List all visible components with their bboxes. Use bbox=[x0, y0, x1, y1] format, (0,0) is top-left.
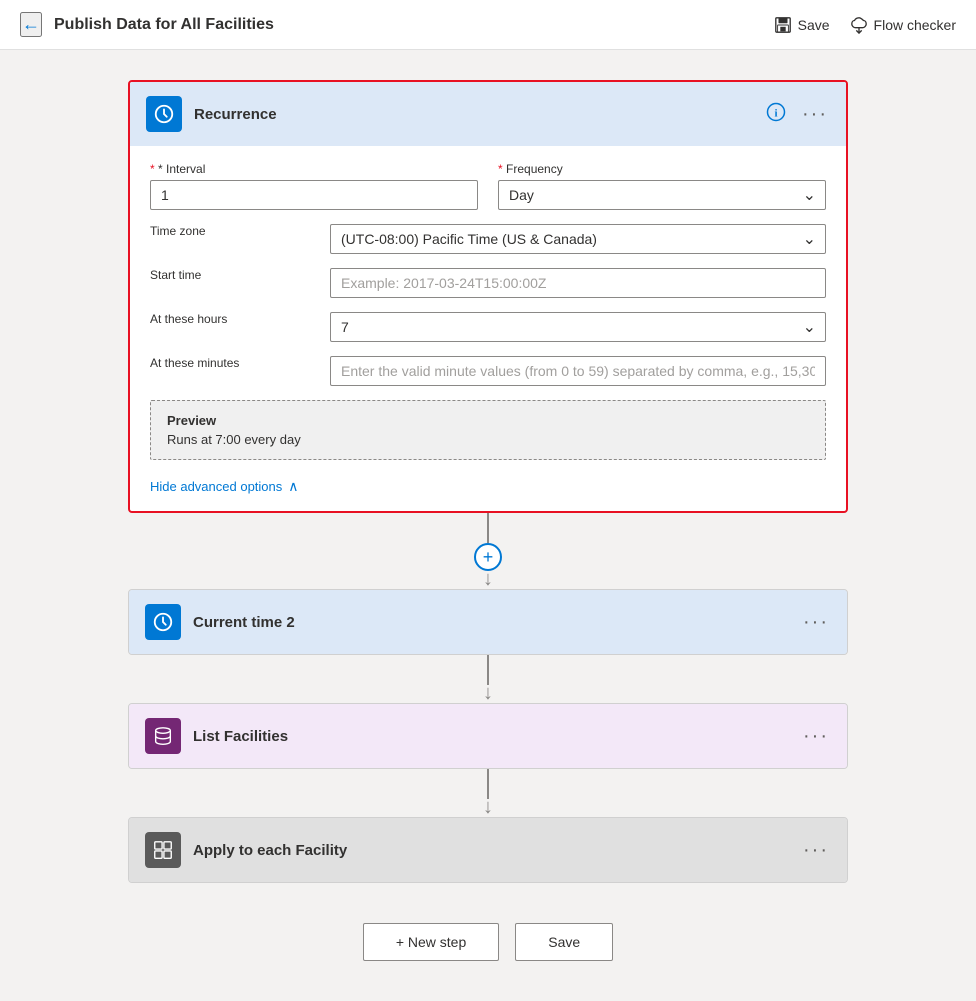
recurrence-card-title: Recurrence bbox=[194, 106, 277, 123]
recurrence-card-header: Recurrence i ··· bbox=[130, 82, 846, 146]
list-facilities-card-container: List Facilities ··· bbox=[128, 703, 848, 769]
recurrence-header-left: Recurrence bbox=[146, 96, 277, 132]
at-minutes-row: At these minutes bbox=[150, 356, 826, 386]
preview-text: Runs at 7:00 every day bbox=[167, 432, 809, 447]
start-time-input-group bbox=[330, 268, 826, 298]
apply-each-more-button[interactable]: ··· bbox=[801, 837, 831, 864]
add-step-button[interactable]: + bbox=[474, 543, 502, 571]
at-minutes-label-group: At these minutes bbox=[150, 356, 310, 386]
current-time-card[interactable]: Current time 2 ··· bbox=[128, 589, 848, 655]
at-hours-row: At these hours 7 0123 4568 bbox=[150, 312, 826, 342]
recurrence-header-right: i ··· bbox=[764, 100, 830, 129]
at-minutes-input-group bbox=[330, 356, 826, 386]
interval-group: * * Interval bbox=[150, 162, 478, 210]
apply-each-header-right: ··· bbox=[801, 837, 831, 864]
apply-each-icon bbox=[145, 832, 181, 868]
list-facilities-icon bbox=[145, 718, 181, 754]
timezone-label-group: Time zone bbox=[150, 224, 310, 254]
connector-2: ↓ bbox=[483, 655, 493, 703]
hide-advanced-label: Hide advanced options bbox=[150, 479, 282, 494]
at-hours-input-group: 7 0123 4568 bbox=[330, 312, 826, 342]
at-hours-select[interactable]: 7 0123 4568 bbox=[330, 312, 826, 342]
bottom-actions: + New step Save bbox=[363, 923, 613, 961]
apply-each-card-title: Apply to each Facility bbox=[193, 842, 347, 859]
save-bottom-button[interactable]: Save bbox=[515, 923, 613, 961]
apply-each-card[interactable]: Apply to each Facility ··· bbox=[128, 817, 848, 883]
recurrence-card-body: * * Interval * Frequency Day Hour Mi bbox=[130, 146, 846, 511]
hide-advanced-button[interactable]: Hide advanced options ∧ bbox=[150, 474, 299, 499]
connector-arrow-3: ↓ bbox=[483, 797, 493, 817]
current-time-icon bbox=[145, 604, 181, 640]
interval-frequency-row: * * Interval * Frequency Day Hour Mi bbox=[150, 162, 826, 210]
timezone-row: Time zone (UTC-08:00) Pacific Time (US &… bbox=[150, 224, 826, 254]
current-time-card-title: Current time 2 bbox=[193, 614, 295, 631]
start-time-input[interactable] bbox=[330, 268, 826, 298]
recurrence-card-container: Recurrence i ··· bbox=[128, 80, 848, 513]
apply-each-header-left: Apply to each Facility bbox=[145, 832, 347, 868]
chevron-up-icon: ∧ bbox=[288, 478, 298, 495]
current-time-header-right: ··· bbox=[801, 609, 831, 636]
current-time-card-container: Current time 2 ··· bbox=[128, 589, 848, 655]
connector-arrow-1: ↓ bbox=[483, 569, 493, 589]
connector-arrow-2: ↓ bbox=[483, 683, 493, 703]
interval-label: * * Interval bbox=[150, 162, 478, 176]
connector-line-3 bbox=[487, 769, 489, 799]
current-time-header-left: Current time 2 bbox=[145, 604, 295, 640]
header-right: Save Flow checker bbox=[774, 16, 956, 34]
list-facilities-more-button[interactable]: ··· bbox=[801, 723, 831, 750]
start-time-label: Start time bbox=[150, 268, 310, 282]
frequency-group: * Frequency Day Hour Minute Month Week bbox=[498, 162, 826, 210]
current-time-header: Current time 2 ··· bbox=[129, 590, 847, 654]
frequency-select[interactable]: Day Hour Minute Month Week bbox=[498, 180, 826, 210]
preview-box: Preview Runs at 7:00 every day bbox=[150, 400, 826, 460]
new-step-button[interactable]: + New step bbox=[363, 923, 499, 961]
preview-title: Preview bbox=[167, 413, 809, 428]
flow-checker-button[interactable]: Flow checker bbox=[850, 16, 956, 34]
connector-3: ↓ bbox=[483, 769, 493, 817]
at-hours-label-group: At these hours bbox=[150, 312, 310, 342]
timezone-input-group: (UTC-08:00) Pacific Time (US & Canada) bbox=[330, 224, 826, 254]
recurrence-info-button[interactable]: i bbox=[764, 100, 788, 129]
flow-checker-icon bbox=[850, 16, 868, 34]
recurrence-card[interactable]: Recurrence i ··· bbox=[128, 80, 848, 513]
save-header-button[interactable]: Save bbox=[774, 16, 830, 34]
list-facilities-header: List Facilities ··· bbox=[129, 704, 847, 768]
list-facilities-header-left: List Facilities bbox=[145, 718, 288, 754]
connector-line-1 bbox=[487, 513, 489, 543]
list-facilities-header-right: ··· bbox=[801, 723, 831, 750]
start-time-label-group: Start time bbox=[150, 268, 310, 298]
frequency-select-wrapper: Day Hour Minute Month Week bbox=[498, 180, 826, 210]
at-hours-select-wrapper: 7 0123 4568 bbox=[330, 312, 826, 342]
header-left: ← Publish Data for All Facilities bbox=[20, 12, 274, 37]
connector-line-2 bbox=[487, 655, 489, 685]
list-facilities-card-title: List Facilities bbox=[193, 728, 288, 745]
timezone-select[interactable]: (UTC-08:00) Pacific Time (US & Canada) bbox=[330, 224, 826, 254]
save-header-label: Save bbox=[798, 17, 830, 33]
apply-each-header: Apply to each Facility ··· bbox=[129, 818, 847, 882]
connector-add: + ↓ bbox=[474, 513, 502, 589]
at-minutes-input[interactable] bbox=[330, 356, 826, 386]
back-button[interactable]: ← bbox=[20, 12, 42, 37]
current-time-more-button[interactable]: ··· bbox=[801, 609, 831, 636]
recurrence-more-button[interactable]: ··· bbox=[800, 101, 830, 128]
app-header: ← Publish Data for All Facilities Save F… bbox=[0, 0, 976, 50]
flow-checker-label: Flow checker bbox=[874, 17, 956, 33]
interval-input[interactable] bbox=[150, 180, 478, 210]
at-minutes-label: At these minutes bbox=[150, 356, 310, 370]
frequency-label: * Frequency bbox=[498, 162, 826, 176]
at-hours-label: At these hours bbox=[150, 312, 310, 326]
flow-canvas: Recurrence i ··· bbox=[0, 50, 976, 1001]
recurrence-icon bbox=[146, 96, 182, 132]
list-facilities-card[interactable]: List Facilities ··· bbox=[128, 703, 848, 769]
timezone-label: Time zone bbox=[150, 224, 310, 238]
svg-text:i: i bbox=[774, 107, 777, 119]
start-time-row: Start time bbox=[150, 268, 826, 298]
timezone-select-wrapper: (UTC-08:00) Pacific Time (US & Canada) bbox=[330, 224, 826, 254]
apply-each-card-container: Apply to each Facility ··· bbox=[128, 817, 848, 883]
page-title: Publish Data for All Facilities bbox=[54, 16, 274, 34]
save-icon bbox=[774, 16, 792, 34]
